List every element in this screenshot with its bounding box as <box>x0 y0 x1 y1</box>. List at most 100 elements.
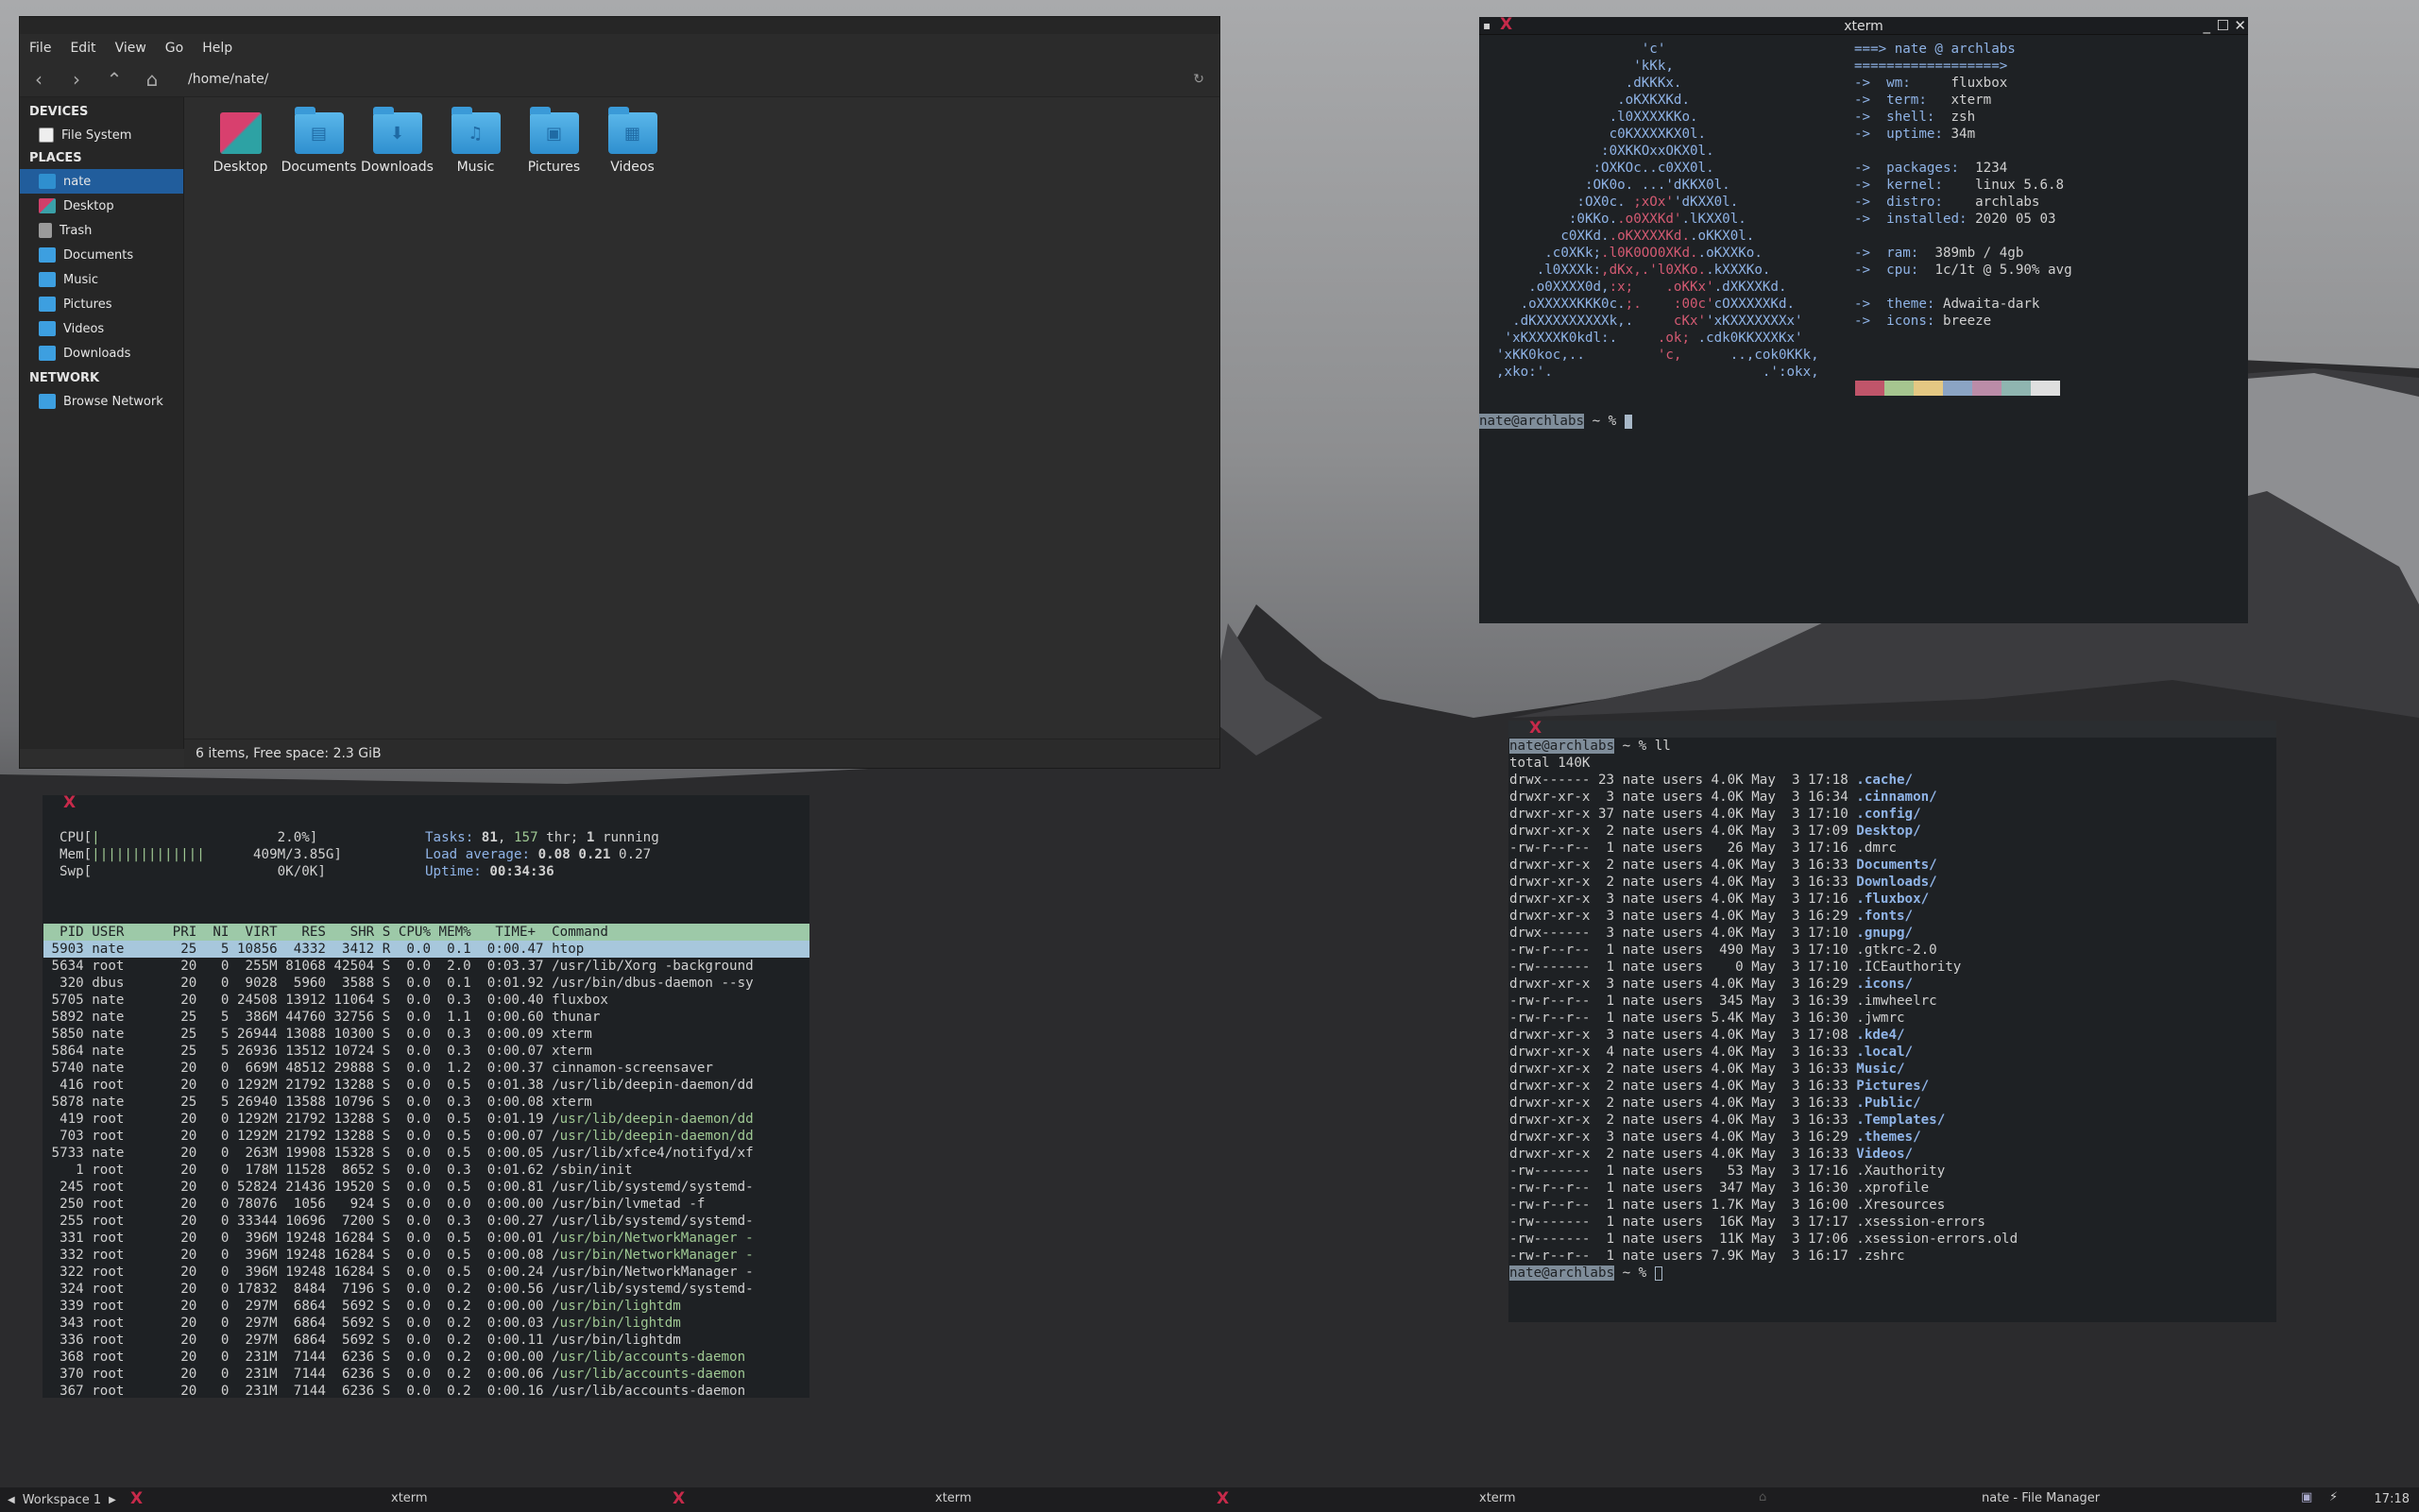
file-item-downloads[interactable]: ⬇ Downloads <box>358 107 436 175</box>
minimize-icon[interactable]: _ <box>2204 17 2211 34</box>
taskbar-item-xterm-1[interactable]: xterm <box>391 1491 428 1505</box>
home-icon[interactable]: ⌂ <box>133 68 171 91</box>
forward-icon[interactable]: › <box>58 68 95 91</box>
process-row[interactable]: 331 root 20 0 396M 19248 16284 S 0.0 0.5… <box>43 1230 809 1247</box>
sidebar-item-music[interactable]: Music <box>20 267 183 292</box>
xterm-titlebar[interactable]: ▪ X xterm _ ☐ ✕ <box>1479 17 2248 35</box>
process-row[interactable]: 5733 nate 20 0 263M 19908 15328 S 0.0 0.… <box>43 1145 809 1162</box>
menu-edit[interactable]: Edit <box>70 41 95 56</box>
menu-go[interactable]: Go <box>165 41 183 56</box>
xterm-ls-window[interactable]: X nate@archlabs ~ % ll total 140K drwx--… <box>1508 721 2276 1322</box>
workspace-next-icon[interactable]: ▶ <box>109 1495 116 1505</box>
process-table-header[interactable]: PID USER PRI NI VIRT RES SHR S CPU% MEM%… <box>43 924 809 941</box>
file-manager-titlebar[interactable] <box>20 17 1219 34</box>
process-row[interactable]: 419 root 20 0 1292M 21792 13288 S 0.0 0.… <box>43 1111 809 1128</box>
file-item-videos[interactable]: ▦ Videos <box>593 107 672 175</box>
process-row[interactable]: 703 root 20 0 1292M 21792 13288 S 0.0 0.… <box>43 1128 809 1145</box>
process-row[interactable]: 339 root 20 0 297M 6864 5692 S 0.0 0.2 0… <box>43 1298 809 1315</box>
prompt-rest: ~ % <box>1614 1266 1655 1281</box>
ls-row: -rw------- 1 nate users 11K May 3 17:06 … <box>1509 1232 2018 1247</box>
process-fields: 419 root 20 0 1292M 21792 13288 S 0.0 0.… <box>43 1112 560 1127</box>
maximize-icon[interactable]: ☐ <box>2217 17 2229 34</box>
process-row[interactable]: 370 root 20 0 231M 7144 6236 S 0.0 0.2 0… <box>43 1366 809 1383</box>
taskbar-item-xterm-2[interactable]: xterm <box>935 1491 972 1505</box>
process-row[interactable]: 332 root 20 0 396M 19248 16284 S 0.0 0.5… <box>43 1247 809 1264</box>
workspace-switcher[interactable]: ◀ Workspace 1 ▶ <box>0 1493 121 1507</box>
load-15: 0.27 <box>619 847 652 862</box>
process-row[interactable]: 367 root 20 0 231M 7144 6236 S 0.0 0.2 0… <box>43 1383 809 1398</box>
process-row[interactable]: 322 root 20 0 396M 19248 16284 S 0.0 0.5… <box>43 1264 809 1281</box>
menu-view[interactable]: View <box>115 41 146 56</box>
process-command: usr/lib/systemd/systemd- <box>559 1282 754 1297</box>
sidebar-item-label: Trash <box>60 223 93 238</box>
sidebar-item-pictures[interactable]: Pictures <box>20 292 183 316</box>
sidebar-item-label: Pictures <box>63 297 112 312</box>
process-row[interactable]: 5705 nate 20 0 24508 13912 11064 S 0.0 0… <box>43 992 809 1009</box>
sidebar-item-nate[interactable]: nate <box>20 169 183 194</box>
xterm-htop-window[interactable]: X CPU[| 2.0%] Mem[|||||||||||||| 409M/3.… <box>43 795 809 1398</box>
ls-row-meta: -rw------- 1 nate users 11K May 3 17:06 <box>1509 1232 1857 1247</box>
prompt-rest: ~ % <box>1584 414 1625 429</box>
process-row[interactable]: 255 root 20 0 33344 10696 7200 S 0.0 0.3… <box>43 1213 809 1230</box>
xterm-neofetch-window[interactable]: ▪ X xterm _ ☐ ✕ 'c' 'kKk, .dKKKx. .oKXKX… <box>1479 17 2248 623</box>
file-view[interactable]: Desktop ▤ Documents ⬇ Downloads ♫ Music … <box>184 97 1219 749</box>
process-row[interactable]: 5892 nate 25 5 386M 44760 32756 S 0.0 1.… <box>43 1009 809 1026</box>
text-cursor <box>1654 1266 1662 1281</box>
process-row[interactable]: 368 root 20 0 231M 7144 6236 S 0.0 0.2 0… <box>43 1349 809 1366</box>
process-row[interactable]: 5634 root 20 0 255M 81068 42504 S 0.0 2.… <box>43 958 809 975</box>
file-item-pictures[interactable]: ▣ Pictures <box>515 107 593 175</box>
file-item-desktop[interactable]: Desktop <box>201 112 280 175</box>
taskbar-item-xterm-3[interactable]: xterm <box>1479 1491 1516 1505</box>
process-row[interactable]: 320 dbus 20 0 9028 5960 3588 S 0.0 0.1 0… <box>43 975 809 992</box>
process-row[interactable]: 343 root 20 0 297M 6864 5692 S 0.0 0.2 0… <box>43 1315 809 1332</box>
reload-icon[interactable]: ↻ <box>1193 72 1204 87</box>
process-row[interactable]: 5903 nate 25 5 10856 4332 3412 R 0.0 0.1… <box>43 941 809 958</box>
xterm-titlebar[interactable]: X <box>43 795 809 812</box>
process-list[interactable]: 5903 nate 25 5 10856 4332 3412 R 0.0 0.1… <box>43 941 809 1398</box>
power-tray-icon[interactable]: ⚡ <box>2329 1490 2338 1504</box>
location-bar[interactable]: /home/nate/ ↻ <box>184 66 1210 93</box>
menu-help[interactable]: Help <box>202 41 232 56</box>
sidebar-item-browse-network[interactable]: Browse Network <box>20 389 183 414</box>
shell-prompt[interactable]: nate@archlabs ~ % <box>1479 413 1632 430</box>
menu-file[interactable]: File <box>29 41 51 56</box>
file-item-music[interactable]: ♫ Music <box>436 107 515 175</box>
sidebar-item-documents[interactable]: Documents <box>20 243 183 267</box>
htop-screen[interactable]: CPU[| 2.0%] Mem[|||||||||||||| 409M/3.85… <box>43 812 809 1398</box>
ls-row: drwxr-xr-x 3 nate users 4.0K May 3 17:08… <box>1509 1028 1905 1043</box>
file-item-documents[interactable]: ▤ Documents <box>280 107 358 175</box>
process-row[interactable]: 250 root 20 0 78076 1056 924 S 0.0 0.0 0… <box>43 1196 809 1213</box>
xterm-titlebar[interactable]: X <box>1508 721 2276 738</box>
process-row[interactable]: 245 root 20 0 52824 21436 19520 S 0.0 0.… <box>43 1179 809 1196</box>
back-icon[interactable]: ‹ <box>20 68 58 91</box>
process-row[interactable]: 5850 nate 25 5 26944 13088 10300 S 0.0 0… <box>43 1026 809 1043</box>
sidebar-item-videos[interactable]: Videos <box>20 316 183 341</box>
process-command: usr/lib/systemd/systemd- <box>559 1214 754 1229</box>
sidebar-item-trash[interactable]: Trash <box>20 218 183 243</box>
process-table[interactable]: PID USER PRI NI VIRT RES SHR S CPU% MEM%… <box>43 924 809 1398</box>
ls-row-meta: drwxr-xr-x 3 nate users 4.0K May 3 16:29 <box>1509 909 1857 924</box>
parent-folder-icon[interactable]: ⌃ <box>95 68 133 91</box>
ls-row-meta: -rw-r--r-- 1 nate users 490 May 3 17:10 <box>1509 943 1857 958</box>
info-value: 2020 05 03 <box>1975 212 2056 227</box>
workspace-prev-icon[interactable]: ◀ <box>8 1495 15 1505</box>
ls-row: -rw------- 1 nate users 53 May 3 17:16 .… <box>1509 1164 1945 1179</box>
sidebar-item-file-system[interactable]: File System <box>20 123 183 147</box>
info-key: icons: <box>1886 314 1935 329</box>
process-row[interactable]: 336 root 20 0 297M 6864 5692 S 0.0 0.2 0… <box>43 1332 809 1349</box>
close-icon[interactable]: ✕ <box>2234 17 2246 34</box>
taskbar-item-file-manager[interactable]: nate - File Manager <box>1982 1491 2100 1505</box>
network-tray-icon[interactable]: ▣ <box>2301 1490 2312 1504</box>
sidebar-item-downloads[interactable]: Downloads <box>20 341 183 365</box>
process-row[interactable]: 416 root 20 0 1292M 21792 13288 S 0.0 0.… <box>43 1077 809 1094</box>
process-row[interactable]: 1 root 20 0 178M 11528 8652 S 0.0 0.3 0:… <box>43 1162 809 1179</box>
process-row[interactable]: 5740 nate 20 0 669M 48512 29888 S 0.0 1.… <box>43 1060 809 1077</box>
process-row[interactable]: 5864 nate 25 5 26936 13512 10724 S 0.0 0… <box>43 1043 809 1060</box>
arch-ascii-logo: 'c' 'kKk, .dKKKx. .oKXKXKd. .l0XXXXKKo. … <box>1496 42 1819 380</box>
taskbar: ◀ Workspace 1 ▶ X xterm X xterm X xterm … <box>0 1487 2419 1512</box>
process-row[interactable]: 5878 nate 25 5 26940 13588 10796 S 0.0 0… <box>43 1094 809 1111</box>
terminal-output[interactable]: 'c' 'kKk, .dKKKx. .oKXKXKd. .l0XXXXKKo. … <box>1479 35 2248 620</box>
sidebar-item-desktop[interactable]: Desktop <box>20 194 183 218</box>
process-row[interactable]: 324 root 20 0 17832 8484 7196 S 0.0 0.2 … <box>43 1281 809 1298</box>
terminal-output[interactable]: nate@archlabs ~ % ll total 140K drwx----… <box>1508 738 2276 1282</box>
